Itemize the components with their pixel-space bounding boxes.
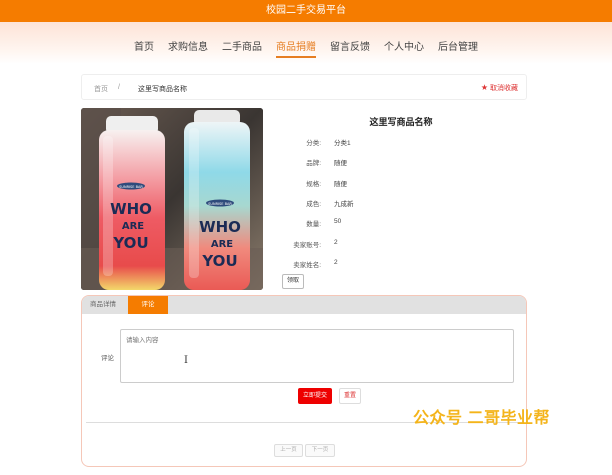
claim-button[interactable]: 领取 [282,274,304,289]
tab-bar: 商品详情 评论 [82,296,526,314]
info-value: 随便 [334,181,347,188]
nav-item-home[interactable]: 首页 [134,38,154,58]
info-value: 九成新 [334,201,354,208]
comment-label: 评论 [101,355,114,362]
tab-comments[interactable]: 评论 [128,296,168,314]
watermark-text: 公众号 二哥毕业帮 [413,410,550,427]
nav-item-donation[interactable]: 商品捐赠 [276,38,316,58]
left-bottle-brand: SUNRISE BAR [119,185,143,189]
product-title: 这里写商品名称 [369,117,433,127]
info-value: 随便 [334,160,347,167]
product-photo-illustration: SUNRISE BAR SUNRISE BAR WHO ARE YOU WHO … [81,108,263,290]
tab-details[interactable]: 商品详情 [82,296,124,314]
info-key: 卖家账号: [293,242,321,249]
prev-page-button[interactable]: 上一页 [274,444,303,457]
text-cursor-icon: I [184,355,188,366]
right-bottle-text-3: YOU [201,252,237,270]
info-key: 品牌: [306,160,321,167]
nav-item-feedback[interactable]: 留言反馈 [330,38,370,58]
unfavorite-button[interactable]: ★ 取消收藏 [481,83,518,93]
info-key: 数量: [306,221,321,228]
nav-item-wanted[interactable]: 求购信息 [168,38,208,58]
breadcrumb-current: 这里写商品名称 [138,86,187,93]
next-page-button[interactable]: 下一页 [305,444,335,457]
breadcrumb-separator: / [118,84,120,91]
comment-input[interactable] [120,329,514,383]
right-bottle-text-2: ARE [211,239,233,250]
info-key: 规格: [306,181,321,188]
info-key: 分类: [306,140,321,147]
left-bottle-text-3: YOU [112,234,148,252]
right-bottle-text-1: WHO [199,218,241,236]
info-value: 2 [334,239,338,246]
nav-item-admin[interactable]: 后台管理 [438,38,478,58]
product-photo: SUNRISE BAR SUNRISE BAR WHO ARE YOU WHO … [81,108,263,290]
submit-button[interactable]: 立即提交 [298,388,332,404]
info-value: 分类1 [334,140,351,147]
left-bottle-text-1: WHO [110,200,152,218]
star-icon: ★ [480,83,488,92]
site-header-bar: 校园二手交易平台 [0,0,612,22]
info-key: 成色: [306,201,321,208]
site-title: 校园二手交易平台 [266,5,346,16]
breadcrumb-home[interactable]: 首页 [94,84,108,94]
nav-item-secondhand[interactable]: 二手商品 [222,38,262,58]
info-value: 2 [334,259,338,266]
left-bottle-text-2: ARE [122,221,144,232]
unfavorite-label: 取消收藏 [490,85,518,92]
reset-button[interactable]: 重置 [339,388,361,404]
nav-item-profile[interactable]: 个人中心 [384,38,424,58]
info-value: 50 [334,218,342,225]
main-nav: 首页 求购信息 二手商品 商品捐赠 留言反馈 个人中心 后台管理 [0,38,612,58]
breadcrumb: 首页 / 这里写商品名称 ★ 取消收藏 [81,74,527,100]
info-key: 卖家姓名: [293,262,321,269]
right-bottle-brand: SUNRISE BAR [208,202,232,206]
detail-panel: 商品详情 评论 评论 I 立即提交 重置 上一页 下一页 [81,295,527,467]
